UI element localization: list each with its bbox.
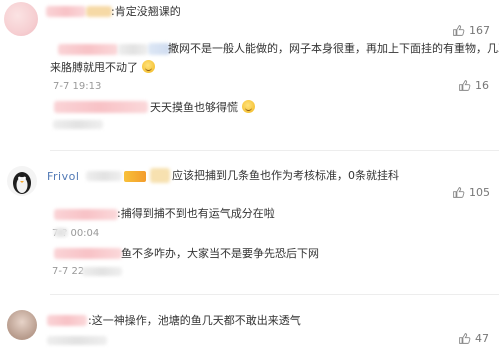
- username[interactable]: [54, 209, 118, 220]
- username[interactable]: [54, 248, 122, 259]
- username[interactable]: [118, 44, 148, 55]
- like-count: 105: [469, 186, 490, 199]
- avatar[interactable]: [4, 2, 38, 36]
- thumbs-up-icon: [453, 187, 465, 198]
- username[interactable]: [58, 44, 118, 55]
- username[interactable]: [54, 101, 148, 113]
- comment-text: 天天摸鱼也够得慌: [150, 100, 255, 115]
- thumbs-up-icon: [459, 80, 471, 91]
- member-badge: [86, 6, 112, 17]
- divider: [50, 294, 499, 295]
- member-badge: [148, 43, 170, 55]
- username[interactable]: [86, 171, 122, 181]
- reply-text: :捕得到捕不到也有运气成分在啦: [117, 207, 275, 220]
- like-count: 47: [475, 332, 489, 345]
- thumbs-up-icon: [453, 25, 465, 36]
- reply-text: 鱼不多咋办，大家当不是要争先恐后下网: [121, 247, 319, 260]
- timestamp: [47, 336, 107, 345]
- timestamp: [53, 120, 103, 129]
- thumbs-up-icon: [459, 333, 471, 344]
- penguin-avatar-icon: [13, 172, 31, 194]
- timestamp: 7-7 22: [52, 266, 85, 277]
- like-count: 167: [469, 24, 490, 37]
- divider: [50, 150, 499, 151]
- username[interactable]: Frivol: [47, 170, 79, 184]
- timestamp: [82, 267, 122, 276]
- laughing-emoji-icon: [141, 60, 155, 73]
- username[interactable]: [47, 315, 87, 326]
- member-badge: [124, 171, 146, 182]
- username[interactable]: [46, 6, 86, 17]
- like-button[interactable]: 47: [458, 332, 489, 345]
- avatar[interactable]: [7, 166, 37, 196]
- comment-text: 应该把捕到几条鱼也作为考核标准，0条就挂科: [172, 169, 399, 182]
- like-count: 16: [475, 79, 489, 92]
- like-button[interactable]: 16: [458, 79, 489, 92]
- comment-text: :这一神操作，池塘的鱼几天都不敢出来透气: [88, 314, 301, 327]
- like-button[interactable]: 167: [452, 24, 490, 37]
- timestamp: [54, 228, 68, 237]
- like-button[interactable]: 105: [452, 186, 490, 199]
- avatar[interactable]: [7, 310, 37, 340]
- comment-text: :肯定没翘课的: [111, 5, 181, 18]
- laughing-emoji-icon: [241, 100, 255, 113]
- member-badge: [150, 168, 170, 183]
- comment-text: 撒网不是一般人能做的，网子本身很重，再加上下面挂的有重物，几次下: [168, 42, 499, 55]
- comment-text-continued: 来胳膊就甩不动了: [50, 60, 155, 75]
- timestamp: 7-7 19:13: [53, 81, 102, 92]
